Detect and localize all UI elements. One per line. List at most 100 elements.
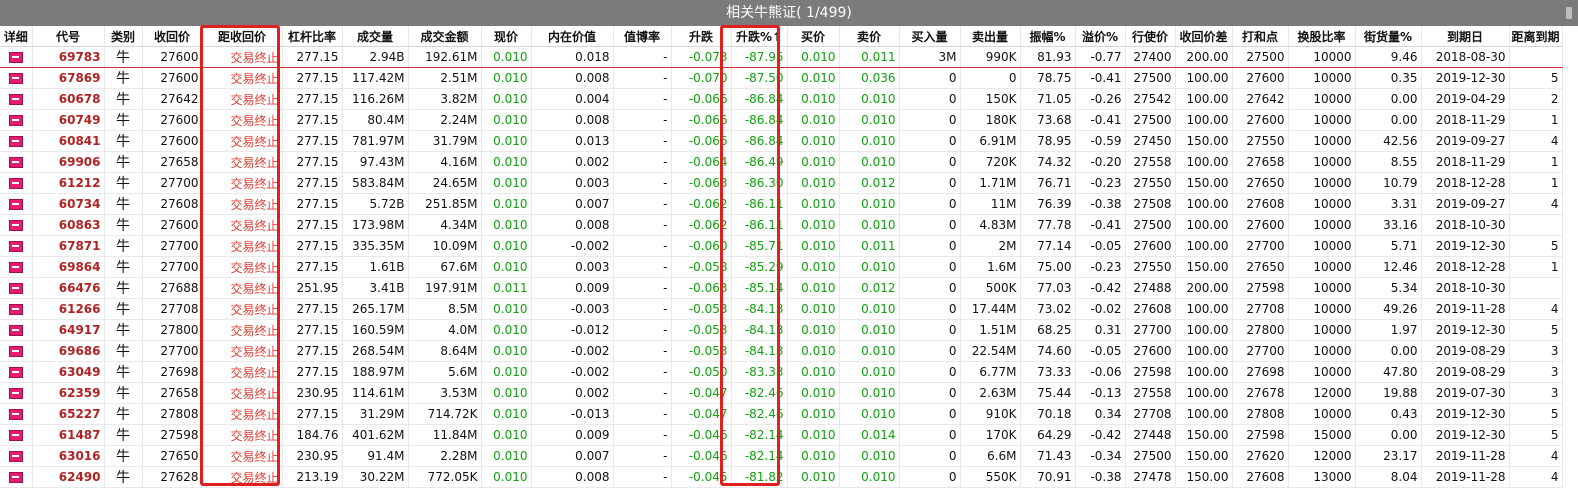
col-header-amplitude[interactable]: 振幅%: [1020, 26, 1076, 47]
col-header-bid-volume[interactable]: 买入量: [899, 26, 961, 47]
cell-detail[interactable]: [0, 193, 33, 215]
col-header-leverage[interactable]: 杠杆比率: [282, 26, 343, 47]
cell-detail[interactable]: [0, 235, 33, 257]
col-header-call-price[interactable]: 收回价: [142, 26, 203, 47]
detail-icon[interactable]: [8, 199, 23, 210]
cell-code[interactable]: 69864: [32, 256, 105, 278]
detail-icon[interactable]: [8, 367, 23, 378]
cell-detail[interactable]: [0, 466, 33, 488]
detail-icon[interactable]: [8, 157, 23, 168]
table-row[interactable]: 61266 牛 27708 交易终止 277.15 265.17M 8.5M 0.010 -0.…: [0, 298, 1563, 320]
cell-code[interactable]: 63016: [32, 445, 105, 467]
cell-detail[interactable]: [0, 130, 33, 152]
col-header-ask-volume[interactable]: 卖出量: [960, 26, 1021, 47]
col-header-ask[interactable]: 卖价: [839, 26, 900, 47]
col-header-price[interactable]: 现价: [481, 26, 532, 47]
cell-detail[interactable]: [0, 361, 33, 383]
detail-icon[interactable]: [8, 346, 23, 357]
cell-detail[interactable]: [0, 151, 33, 173]
detail-icon[interactable]: [8, 178, 23, 189]
table-row[interactable]: 69864 牛 27700 交易终止 277.15 1.61B 67.6M 0.010 0.00…: [0, 256, 1563, 278]
col-header-turnover[interactable]: 成交金额: [408, 26, 482, 47]
col-header-outstanding[interactable]: 街货量%: [1355, 26, 1422, 47]
cell-code[interactable]: 69906: [32, 151, 105, 173]
col-header-bid[interactable]: 买价: [787, 26, 840, 47]
col-header-volume[interactable]: 成交量: [342, 26, 409, 47]
cell-detail[interactable]: [0, 67, 33, 89]
table-row[interactable]: 60749 牛 27600 交易终止 277.15 80.4M 2.24M 0.010 0.00…: [0, 109, 1563, 131]
detail-icon[interactable]: [8, 409, 23, 420]
cell-detail[interactable]: [0, 445, 33, 467]
cell-code[interactable]: 66476: [32, 277, 105, 299]
col-header-breakeven[interactable]: 打和点: [1232, 26, 1289, 47]
cell-detail[interactable]: [0, 256, 33, 278]
col-header-code[interactable]: 代号: [32, 26, 105, 47]
cell-code[interactable]: 69783: [32, 46, 105, 68]
cell-code[interactable]: 62359: [32, 382, 105, 404]
cell-detail[interactable]: [0, 172, 33, 194]
table-row[interactable]: 64917 牛 27800 交易终止 277.15 160.59M 4.0M 0.010 -0.…: [0, 319, 1563, 341]
scroll-handle[interactable]: [1566, 7, 1572, 19]
table-row[interactable]: 69686 牛 27700 交易终止 277.15 268.54M 8.64M 0.010 -0…: [0, 340, 1563, 362]
table-row[interactable]: 66476 牛 27688 交易终止 251.95 3.41B 197.91M 0.011 0.…: [0, 277, 1563, 299]
col-header-change-pct[interactable]: 升跌%↑: [731, 26, 788, 47]
cell-code[interactable]: 64917: [32, 319, 105, 341]
table-row[interactable]: 62359 牛 27658 交易终止 230.95 114.61M 3.53M 0.010 0.…: [0, 382, 1563, 404]
table-row[interactable]: 63049 牛 27698 交易终止 277.15 188.97M 5.6M 0.010 -0.…: [0, 361, 1563, 383]
cell-detail[interactable]: [0, 340, 33, 362]
cell-detail[interactable]: [0, 319, 33, 341]
col-header-strike[interactable]: 行使价: [1125, 26, 1176, 47]
table-row[interactable]: 67871 牛 27700 交易终止 277.15 335.35M 10.09M 0.010-…: [0, 235, 1563, 257]
detail-icon[interactable]: [8, 451, 23, 462]
cell-detail[interactable]: [0, 403, 33, 425]
cell-detail[interactable]: [0, 88, 33, 110]
table-row[interactable]: 61212 牛 27700 交易终止 277.15 583.84M 24.65M 0.010 0…: [0, 172, 1563, 194]
cell-code[interactable]: 67871: [32, 235, 105, 257]
cell-code[interactable]: 61487: [32, 424, 105, 446]
table-row[interactable]: 67869 牛 27600 交易终止 277.15 117.42M 2.51M 0.010 0.…: [0, 67, 1563, 89]
col-header-expiry[interactable]: 到期日: [1421, 26, 1510, 47]
detail-icon[interactable]: [8, 283, 23, 294]
col-header-conversion-ratio[interactable]: 换股比率: [1288, 26, 1356, 47]
table-row[interactable]: 65227 牛 27808 交易终止 277.15 31.29M 714.72K 0.010-…: [0, 403, 1563, 425]
detail-icon[interactable]: [8, 430, 23, 441]
cell-code[interactable]: 63049: [32, 361, 105, 383]
detail-icon[interactable]: [8, 241, 23, 252]
cell-code[interactable]: 61266: [32, 298, 105, 320]
table-row[interactable]: 69906 牛 27658 交易终止 277.15 97.43M 4.16M 0.010 0.0…: [0, 151, 1563, 173]
cell-code[interactable]: 62490: [32, 466, 105, 488]
cell-code[interactable]: 67869: [32, 67, 105, 89]
detail-icon[interactable]: [8, 262, 23, 273]
detail-icon[interactable]: [8, 94, 23, 105]
cell-detail[interactable]: [0, 424, 33, 446]
cell-code[interactable]: 61212: [32, 172, 105, 194]
col-header-intrinsic-value[interactable]: 内在价值: [531, 26, 614, 47]
cell-code[interactable]: 65227: [32, 403, 105, 425]
cell-code[interactable]: 60678: [32, 88, 105, 110]
detail-icon[interactable]: [8, 388, 23, 399]
table-row[interactable]: 61487 牛 27598 交易终止 184.76 401.62M 11.84M 0.010 0…: [0, 424, 1563, 446]
detail-icon[interactable]: [8, 304, 23, 315]
table-row[interactable]: 60863 牛 27600 交易终止 277.15 173.98M 4.34M 0.010 0.…: [0, 214, 1563, 236]
cell-detail[interactable]: [0, 214, 33, 236]
cell-detail[interactable]: [0, 277, 33, 299]
col-header-call-diff[interactable]: 收回价差: [1175, 26, 1233, 47]
cell-code[interactable]: 60863: [32, 214, 105, 236]
cell-detail[interactable]: [0, 46, 33, 68]
detail-icon[interactable]: [8, 472, 23, 483]
cell-detail[interactable]: [0, 298, 33, 320]
cell-code[interactable]: 60841: [32, 130, 105, 152]
table-row[interactable]: 60841 牛 27600 交易终止 277.15 781.97M 31.79M 0.010 0…: [0, 130, 1563, 152]
col-header-premium[interactable]: 溢价%: [1075, 26, 1126, 47]
cell-code[interactable]: 60734: [32, 193, 105, 215]
detail-icon[interactable]: [8, 136, 23, 147]
col-header-distance-to-call[interactable]: 距收回价: [202, 26, 283, 47]
cell-code[interactable]: 69686: [32, 340, 105, 362]
col-header-change[interactable]: 升跌: [671, 26, 732, 47]
table-row[interactable]: 69783 牛 27600 交易终止 277.15 2.94B 192.61M 0.010 0.…: [0, 46, 1563, 68]
detail-icon[interactable]: [8, 52, 23, 63]
table-row[interactable]: 60678 牛 27642 交易终止 277.15 116.26M 3.82M 0.010 0.…: [0, 88, 1563, 110]
detail-icon[interactable]: [8, 325, 23, 336]
cell-code[interactable]: 60749: [32, 109, 105, 131]
cell-detail[interactable]: [0, 382, 33, 404]
